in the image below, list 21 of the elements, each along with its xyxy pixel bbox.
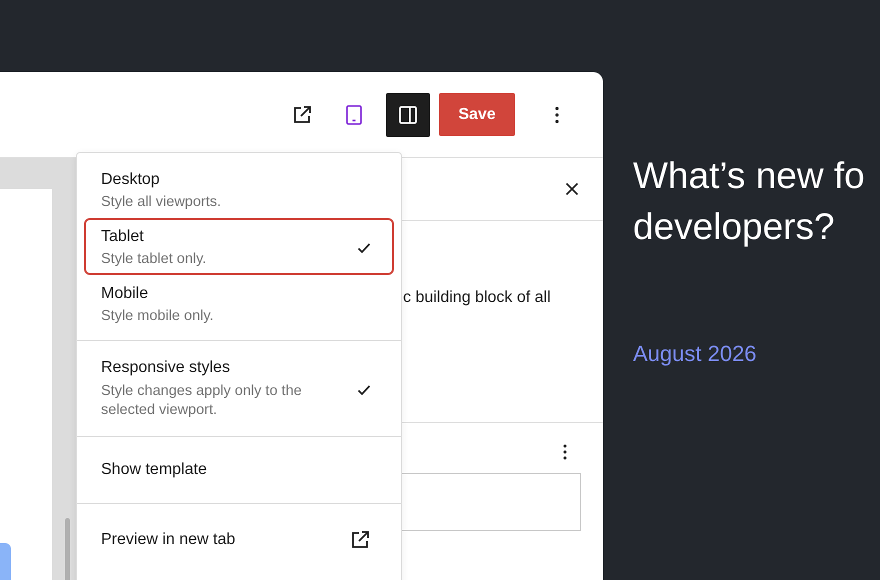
block-highlight [0, 543, 11, 580]
menu-item[interactable]: Preview in new tab [84, 512, 394, 568]
menu-item-label: Mobile [101, 285, 150, 303]
save-button[interactable]: Save [439, 93, 515, 136]
menu-item-description: Style all viewports. [101, 194, 222, 210]
menu-item-label: Desktop [101, 171, 161, 189]
scrollbar [65, 518, 70, 580]
menu-item[interactable]: Show template [84, 445, 394, 495]
menu-item-description: Style tablet only. [101, 251, 206, 267]
menu-item-label: Tablet [101, 228, 145, 246]
menu-item[interactable]: Mobile Style mobile only. [84, 275, 394, 332]
settings-toggle-button[interactable] [386, 92, 430, 136]
menu-item[interactable]: Tablet Style tablet only. [84, 218, 394, 275]
promo-title: What’s new fo developers? [633, 154, 866, 249]
menu-item-label: Responsive styles [101, 359, 231, 377]
menu-item[interactable]: Desktop Style all viewports. [84, 161, 394, 218]
menu-item-description: Style mobile only. [101, 308, 214, 324]
menu-item[interactable]: Responsive styles Style changes apply only to the selected viewport. [84, 349, 394, 428]
block-description: c building block of all [403, 289, 551, 306]
menu-item-description: Style changes apply only to the selected viewport. [101, 382, 303, 420]
promo-date: August 2026 [633, 341, 758, 367]
